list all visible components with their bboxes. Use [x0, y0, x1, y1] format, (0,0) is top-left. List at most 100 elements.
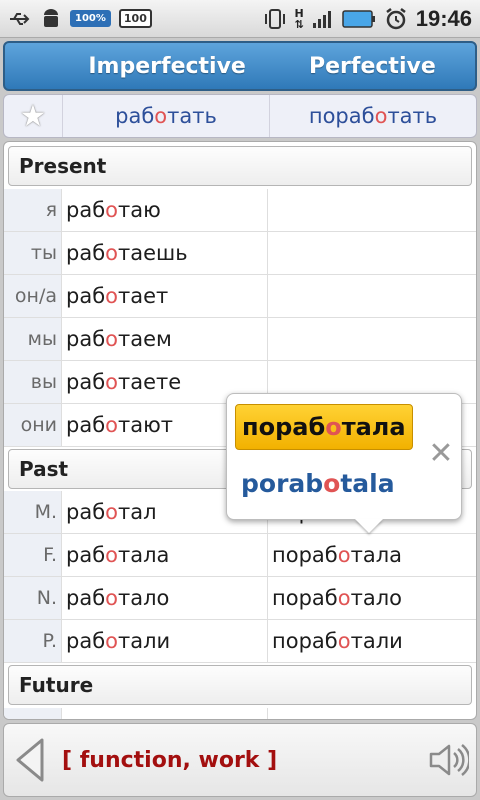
form-pre: раб — [66, 327, 106, 351]
data-arrows-icon: ⇅ — [294, 17, 304, 31]
header-imperfective: Imperfective — [88, 53, 246, 79]
pronoun: они — [4, 404, 62, 446]
form-pre: пораб — [272, 543, 338, 567]
form-stress: о — [105, 370, 119, 394]
form-pre: раб — [66, 241, 106, 265]
pronoun: вы — [4, 361, 62, 403]
status-right: H ⇅ 19:46 — [263, 6, 472, 32]
table-row[interactable]: мы раб о таем — [4, 318, 476, 361]
close-icon[interactable]: ✕ — [427, 439, 455, 469]
form-perfective — [268, 232, 476, 274]
form-perfective — [268, 275, 476, 317]
popup-lat-post: tala — [340, 469, 395, 498]
infinitive-row: ★ раб о тать пораб о тать — [3, 94, 477, 138]
popup-cyr-stress: о — [325, 413, 342, 441]
section-present: Present — [8, 146, 472, 186]
popup-transliteration: porabotala — [241, 469, 395, 498]
word-popup[interactable]: пораб о тала porabotala ✕ — [226, 393, 462, 520]
form-perfective — [268, 318, 476, 360]
pronoun: M. — [4, 491, 62, 533]
form-perfective[interactable]: пораб о тала — [268, 534, 476, 576]
popup-cyr-pre: пораб — [242, 413, 326, 441]
speaker-icon[interactable] — [420, 740, 476, 780]
pronoun: P. — [4, 620, 62, 662]
infinitive-perfective[interactable]: пораб о тать — [269, 95, 476, 137]
battery-percent-badge: 100% — [70, 10, 111, 27]
form-stress: о — [105, 413, 119, 437]
form-imperfective[interactable]: раб о тало — [62, 577, 268, 619]
back-arrow-icon[interactable] — [4, 736, 56, 784]
pronoun: я — [4, 189, 62, 231]
form-post: таем — [118, 327, 172, 351]
form-post: тала — [118, 543, 170, 567]
form-stress: о — [337, 629, 351, 653]
android-debug-icon — [40, 8, 62, 30]
table-row[interactable]: ты раб о таешь — [4, 232, 476, 275]
form-pre: раб — [66, 586, 106, 610]
form-stress: о — [105, 629, 119, 653]
table-row[interactable]: N. раб о тало пораб о тало — [4, 577, 476, 620]
vibrate-icon — [263, 8, 287, 30]
form-stress: о — [105, 500, 119, 524]
battery-icon — [341, 8, 376, 30]
form-pre: раб — [66, 629, 106, 653]
pronoun: он/а — [4, 275, 62, 317]
form-pre: раб — [66, 543, 106, 567]
popup-lat-stress: o — [323, 469, 341, 498]
form-pre: раб — [66, 500, 106, 524]
bottom-bar: [ function, work ] — [3, 723, 477, 797]
table-row[interactable]: я раб о таю — [4, 189, 476, 232]
pronoun: N. — [4, 577, 62, 619]
form-pre: раб — [66, 370, 106, 394]
popup-cyrillic-word[interactable]: пораб о тала — [235, 404, 413, 450]
form-imperfective[interactable]: раб о таем — [62, 318, 268, 360]
form-stress: о — [337, 543, 351, 567]
form-pre: раб — [66, 413, 106, 437]
form-imperfective[interactable]: раб о тает — [62, 275, 268, 317]
form-post: таешь — [118, 241, 188, 265]
inf-perf-post: тать — [387, 104, 438, 128]
form-post: таете — [118, 370, 182, 394]
form-post: тал — [118, 500, 157, 524]
popup-pointer — [355, 519, 383, 533]
table-row[interactable]: P. раб о тали пораб о тали — [4, 620, 476, 663]
form-stress: о — [105, 198, 119, 222]
network-type-label: H — [294, 6, 304, 20]
translation-text: [ function, work ] — [62, 747, 278, 773]
table-row[interactable]: F. раб о тала пораб о тала — [4, 534, 476, 577]
infinitive-imperfective[interactable]: раб о тать — [62, 95, 269, 137]
section-future: Future — [8, 665, 472, 705]
form-imperfective[interactable]: раб о таешь — [62, 232, 268, 274]
form-imperfective[interactable]: раб о тали — [62, 620, 268, 662]
form-pre: раб — [66, 284, 106, 308]
form-imperfective[interactable] — [62, 708, 268, 719]
alarm-icon — [384, 7, 408, 31]
sd-count-badge: 100 — [118, 9, 152, 28]
form-stress: о — [105, 241, 119, 265]
inf-imp-pre: раб — [115, 104, 155, 128]
form-post: тала — [350, 543, 402, 567]
favorite-star-icon[interactable]: ★ — [4, 99, 62, 134]
table-row-partial[interactable] — [4, 708, 476, 719]
signal-icon — [312, 9, 334, 29]
table-row[interactable]: он/а раб о тает — [4, 275, 476, 318]
inf-perf-stress: о — [374, 104, 388, 128]
form-perfective — [268, 189, 476, 231]
form-perfective[interactable] — [268, 708, 476, 719]
popup-cyr-post: тала — [341, 413, 406, 441]
header-perfective: Perfective — [309, 53, 436, 79]
inf-imp-stress: о — [154, 104, 168, 128]
hsdpa-icon: H ⇅ — [295, 8, 304, 30]
form-perfective[interactable]: пораб о тали — [268, 620, 476, 662]
form-imperfective[interactable]: раб о таю — [62, 189, 268, 231]
form-post: тает — [118, 284, 169, 308]
pronoun: мы — [4, 318, 62, 360]
pronoun — [4, 708, 62, 719]
form-post: тало — [118, 586, 170, 610]
popup-lat-pre: porab — [241, 469, 324, 498]
inf-perf-pre: пораб — [308, 104, 375, 128]
pronoun: ты — [4, 232, 62, 274]
form-imperfective[interactable]: раб о тала — [62, 534, 268, 576]
form-perfective[interactable]: пораб о тало — [268, 577, 476, 619]
form-stress: о — [105, 284, 119, 308]
